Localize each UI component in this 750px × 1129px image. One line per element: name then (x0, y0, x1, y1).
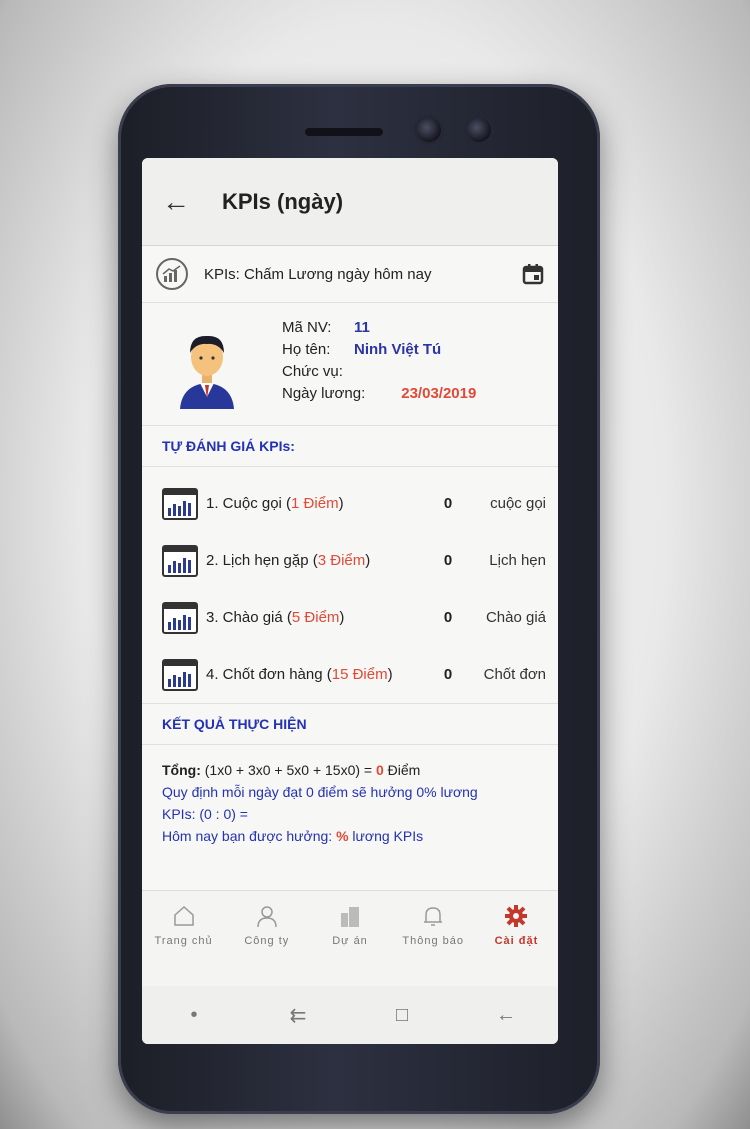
total-unit: Điểm (383, 762, 421, 778)
kpi-ratio: KPIs: (0 : 0) = (162, 806, 248, 822)
app-bar: ← KPIs (ngày) (142, 158, 558, 246)
front-camera-icon (417, 118, 441, 142)
nav-projects[interactable]: Dự án (308, 891, 391, 986)
kpi-count[interactable]: 0 (428, 552, 468, 569)
kpi-name: 2. Lịch hẹn gặp (3 Điểm) (206, 552, 371, 569)
employee-position-label: Chức vụ: (282, 363, 343, 380)
app-screen: ← KPIs (ngày) KPIs: Chấm Lương ngày hôm … (142, 158, 558, 1044)
bar-chart-window-icon (162, 601, 198, 634)
phone-speaker (305, 128, 383, 136)
nav-label: Trang chủ (154, 935, 213, 947)
nav-home[interactable]: Trang chủ (142, 891, 225, 986)
avatar (172, 327, 242, 409)
result-rule: Quy định mỗi ngày đạt 0 điểm sẽ hưởng 0%… (162, 784, 478, 800)
kpi-count[interactable]: 0 (428, 495, 468, 512)
nav-settings[interactable]: Cài đặt (475, 891, 558, 986)
bar-chart-window-icon (162, 544, 198, 577)
page-title: KPIs (ngày) (222, 188, 344, 214)
employee-name-row: Họ tên: Ninh Việt Tú (282, 339, 476, 361)
employee-info: Mã NV: 11 Họ tên: Ninh Việt Tú Chức vụ: … (282, 317, 476, 409)
kpi-unit: Lịch hẹn (489, 552, 546, 569)
kpi-name: 1. Cuộc gọi (1 Điểm) (206, 495, 344, 512)
salary-date-value: 23/03/2019 (401, 385, 477, 402)
kpi-points: 1 Điểm (291, 495, 339, 512)
nav-label: Công ty (244, 935, 290, 947)
employee-id-label: Mã NV: (282, 319, 332, 336)
bell-icon (420, 903, 446, 929)
result-section: Tổng: (1x0 + 3x0 + 5x0 + 15x0) = 0 Điểm … (142, 745, 558, 861)
dot-icon: • (190, 1003, 198, 1026)
calendar-icon[interactable] (522, 263, 544, 285)
self-eval-title: TỰ ĐÁNH GIÁ KPIs: (142, 426, 558, 467)
kpi-unit: Chốt đơn (483, 666, 546, 683)
employee-name-value: Ninh Việt Tú (354, 341, 442, 358)
system-back-icon[interactable]: ← (491, 1000, 521, 1030)
salary-date-row: Ngày lương: 23/03/2019 (282, 383, 476, 405)
kpi-unit: cuộc gọi (490, 495, 546, 512)
nav-label: Thông báo (402, 935, 465, 947)
section-header: KPIs: Chấm Lương ngày hôm nay (142, 246, 558, 303)
total-formula: (1x0 + 3x0 + 5x0 + 15x0) = (200, 762, 376, 778)
system-nav-bar: • ⇇ □ ← (142, 986, 558, 1044)
kpi-unit: Chào giá (485, 609, 546, 626)
kpi-row-orders[interactable]: 4. Chốt đơn hàng (15 Điểm) 0 Chốt đơn (142, 646, 558, 703)
home-icon (171, 903, 197, 929)
front-sensor-icon (467, 118, 491, 142)
gear-icon (503, 903, 529, 929)
recents-icon[interactable]: ⇇ (283, 1000, 313, 1030)
result-today: Hôm nay bạn được hưởng: % lương KPIs (162, 828, 424, 844)
kpi-name: 3. Chào giá (5 Điểm) (206, 609, 345, 626)
today-percent: % (336, 828, 349, 844)
user-icon (254, 903, 280, 929)
kpi-row-appointments[interactable]: 2. Lịch hẹn gặp (3 Điểm) 0 Lịch hẹn (142, 532, 558, 589)
kpi-row-quotes[interactable]: 3. Chào giá (5 Điểm) 0 Chào giá (142, 589, 558, 646)
kpi-row-calls[interactable]: 1. Cuộc gọi (1 Điểm) 0 cuộc gọi (142, 475, 558, 532)
kpi-points: 3 Điểm (317, 552, 366, 569)
bar-chart-window-icon (162, 487, 198, 520)
trend-chart-icon (156, 258, 188, 290)
salary-date-label: Ngày lương: (282, 385, 366, 402)
employee-profile: Mã NV: 11 Họ tên: Ninh Việt Tú Chức vụ: … (142, 303, 558, 426)
nav-company[interactable]: Công ty (225, 891, 308, 986)
employee-id-row: Mã NV: 11 (282, 317, 476, 339)
nav-label: Cài đặt (494, 935, 539, 947)
kpi-count[interactable]: 0 (428, 666, 468, 683)
employee-position-row: Chức vụ: (282, 361, 476, 383)
bar-chart-window-icon (162, 658, 198, 691)
kpi-name: 4. Chốt đơn hàng (15 Điểm) (206, 666, 393, 683)
kpi-count[interactable]: 0 (428, 609, 468, 626)
result-total: Tổng: (1x0 + 3x0 + 5x0 + 15x0) = 0 Điểm (162, 759, 538, 781)
employee-name-label: Họ tên: (282, 341, 331, 358)
result-title: KẾT QUẢ THỰC HIỆN (142, 703, 558, 745)
kpi-points: 15 Điểm (331, 666, 388, 683)
total-value: 0 (375, 762, 384, 778)
kpi-points: 5 Điểm (291, 609, 340, 626)
bottom-nav: Trang chủ Công ty Dự án Thông báo Cài đặ… (142, 890, 558, 986)
total-label: Tổng: (162, 762, 201, 778)
nav-notifications[interactable]: Thông báo (392, 891, 475, 986)
section-title: KPIs: Chấm Lương ngày hôm nay (204, 265, 432, 283)
employee-id-value: 11 (354, 319, 370, 336)
kpi-list: 1. Cuộc gọi (1 Điểm) 0 cuộc gọi 2. Lịch … (142, 467, 558, 703)
building-icon (337, 903, 363, 929)
back-arrow-icon[interactable]: ← (162, 187, 222, 216)
home-square-icon[interactable]: □ (387, 1000, 417, 1030)
nav-label: Dự án (332, 935, 368, 947)
